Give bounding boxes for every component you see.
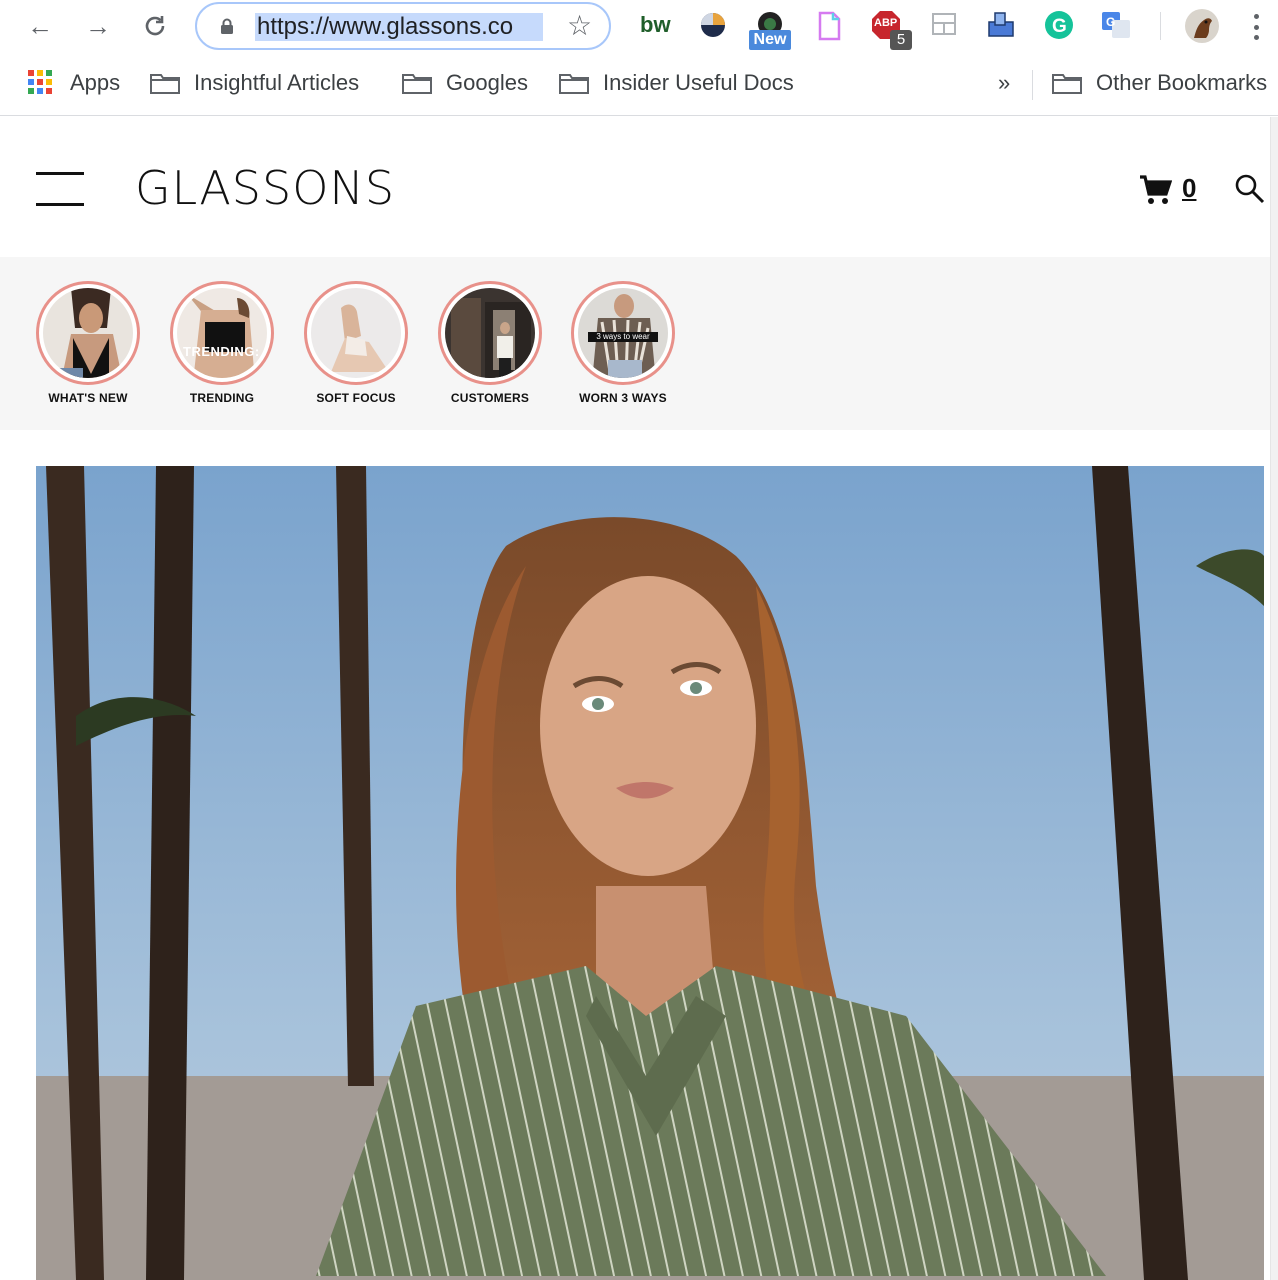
cart-icon[interactable] [1138,173,1172,207]
bookmark-folder-googles[interactable]: Googles [402,68,528,98]
reload-icon[interactable] [139,10,171,42]
story-label: WORN 3 WAYS [579,391,667,405]
site-logo[interactable]: GLASSONS [135,161,395,215]
grammarly-icon[interactable]: G [1044,10,1076,42]
story-label: TRENDING [189,391,255,405]
toolbar-separator [1160,12,1161,40]
bookmark-label: Insightful Articles [194,70,360,95]
adblock-count-badge: 5 [890,30,912,50]
story-thumbnail: 3 ways to wear [578,288,668,378]
story-thumbnail [445,288,535,378]
bookmark-star-icon[interactable]: ☆ [567,12,592,40]
folder-icon [1052,74,1082,94]
bookmark-label: Insider Useful Docs [603,70,794,95]
story-ring [36,281,140,385]
story-thumbnail: TRENDING: [177,288,267,378]
hero-banner-image[interactable] [36,466,1264,1280]
story-customers[interactable]: CUSTOMERS [430,281,550,405]
story-trending[interactable]: TRENDING: TRENDING [162,281,282,405]
bookmark-label: Other Bookmarks [1096,70,1268,95]
browser-toolbar: ← → https://www.glassons.co ☆ bw New ABP… [0,0,1278,52]
bw-extension-icon[interactable]: bw [640,10,672,42]
stories-strip: WHAT'S NEW TRENDING: TRENDING SOFT FOCUS… [0,257,1270,430]
svg-text:G: G [1106,15,1115,29]
clipboard-extension-icon[interactable] [986,10,1018,42]
story-thumbnail [311,288,401,378]
bookmarks-separator [1032,70,1033,100]
story-label: CUSTOMERS [450,391,530,405]
pie-extension-icon[interactable] [698,10,730,42]
back-arrow-icon[interactable]: ← [24,10,56,42]
translate-icon[interactable]: G [1101,10,1133,42]
folder-icon [559,74,589,94]
bookmark-folder-insightful[interactable]: Insightful Articles [150,68,359,98]
story-ring [304,281,408,385]
bookmark-apps[interactable]: Apps [28,68,120,98]
url-text[interactable]: https://www.glassons.co [255,13,543,41]
story-label: SOFT FOCUS [316,391,396,405]
bookmarks-overflow-chevron-icon[interactable]: » [998,70,1010,96]
profile-avatar[interactable] [1184,8,1220,44]
story-soft-focus[interactable]: SOFT FOCUS [296,281,416,405]
hamburger-menu-icon[interactable] [36,172,84,206]
bookmarks-bar: Apps Insightful Articles Googles Insider… [0,56,1278,116]
story-ring [438,281,542,385]
bookmark-folder-insider[interactable]: Insider Useful Docs [559,68,794,98]
story-thumbnail [43,288,133,378]
address-bar[interactable]: https://www.glassons.co ☆ [195,2,611,50]
new-badge: New [749,30,791,50]
layout-extension-icon[interactable] [930,10,962,42]
adblock-label: ABP [874,17,898,29]
story-ring: 3 ways to wear [571,281,675,385]
story-whats-new[interactable]: WHAT'S NEW [28,281,148,405]
hero-photo [36,466,1264,1280]
page-extension-icon[interactable] [814,10,846,42]
bookmark-folder-other[interactable]: Other Bookmarks [1052,68,1267,98]
site-header: GLASSONS 0 [0,117,1270,257]
menu-kebab-icon[interactable] [1252,14,1260,40]
story-overlay-text: TRENDING: [183,344,260,359]
story-label: WHAT'S NEW [48,391,128,405]
forward-arrow-icon[interactable]: → [82,10,114,42]
folder-icon [150,74,180,94]
bookmark-apps-label: Apps [70,70,121,95]
lock-icon[interactable] [219,18,235,34]
cart-count[interactable]: 0 [1182,173,1196,204]
story-ring: TRENDING: [170,281,274,385]
apps-grid-icon [28,70,54,96]
page-scrollbar[interactable] [1270,117,1278,1280]
folder-icon [402,74,432,94]
search-icon[interactable] [1234,173,1266,205]
story-worn-3-ways[interactable]: 3 ways to wear WORN 3 WAYS [563,281,683,405]
bw-extension-label: bw [640,12,671,37]
bookmark-label: Googles [446,70,528,95]
story-overlay-text: 3 ways to wear [588,332,658,342]
svg-text:G: G [1052,16,1067,37]
